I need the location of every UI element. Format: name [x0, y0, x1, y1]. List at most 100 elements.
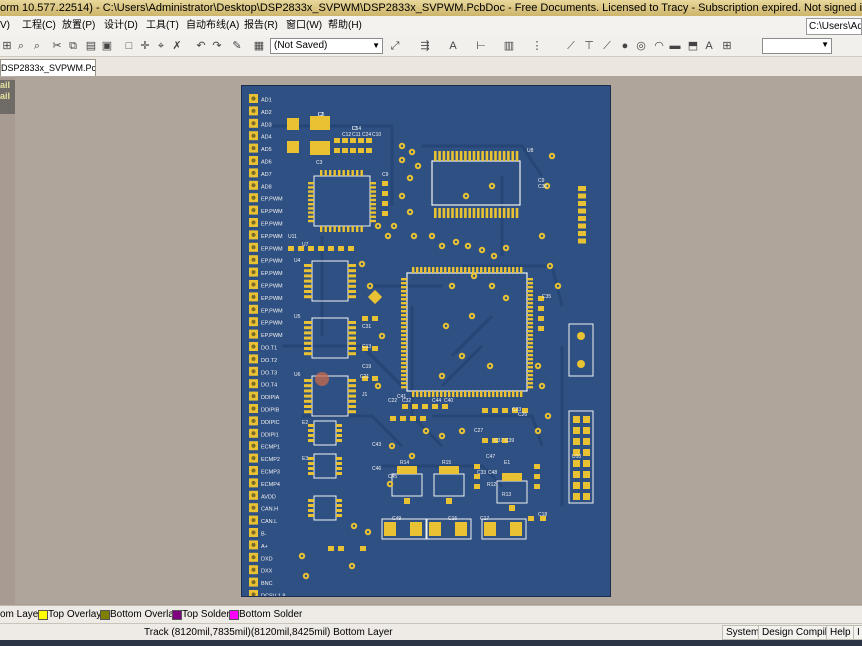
via-hole	[400, 158, 404, 162]
small-qfp-pin	[370, 203, 376, 206]
via-hole	[546, 414, 550, 418]
mcu-pin	[504, 267, 507, 273]
undo-icon[interactable]: ↶	[194, 39, 208, 53]
mcu-pin	[492, 391, 495, 397]
smd-pad	[502, 408, 508, 413]
via-hole	[540, 234, 544, 238]
layer-tab-top-overlay[interactable]: Top Overlay	[36, 608, 101, 621]
connector-pad	[583, 416, 590, 423]
select-rect-icon[interactable]: □	[122, 39, 136, 53]
menu-view[interactable]: V)	[0, 19, 10, 33]
array-icon[interactable]: ⊞	[720, 39, 734, 53]
via-hole	[300, 554, 304, 558]
mcu-pin	[527, 306, 533, 309]
ic-pin	[451, 151, 454, 161]
dimension-icon[interactable]: ⊢	[474, 39, 488, 53]
layer-tab-bottom-solder[interactable]: Bottom Solder	[227, 608, 302, 621]
highlight-icon[interactable]: ✎	[230, 39, 244, 53]
mcu-pin	[480, 391, 483, 397]
menu-help[interactable]: 帮助(H)	[328, 19, 362, 33]
diff-pair-icon[interactable]: ⊤	[582, 39, 596, 53]
mcu-pin	[452, 267, 455, 273]
header-pad-hole	[251, 245, 256, 250]
redo-icon[interactable]: ↷	[210, 39, 224, 53]
route-icon[interactable]: ⤢	[388, 39, 402, 53]
via-hole	[464, 194, 468, 198]
instructions-button[interactable]: I	[853, 625, 862, 640]
small-ic-pin	[336, 467, 342, 470]
multi-route-icon[interactable]: ⟋	[600, 39, 614, 53]
document-tab-bar	[0, 57, 862, 77]
mcu-pin	[496, 391, 499, 397]
zoom-fit-icon[interactable]: ⌕	[14, 39, 28, 53]
fill-icon[interactable]: ▬	[668, 39, 682, 53]
path-box[interactable]: C:\Users\Ad	[806, 18, 862, 35]
toolbar-right-dropdown[interactable]: ▼	[762, 38, 832, 54]
open-icon[interactable]: ⊞	[0, 39, 14, 53]
side-panel-collapsed[interactable]: ail ail	[0, 80, 15, 114]
ic-pin	[515, 208, 519, 218]
menu-place[interactable]: 放置(P)	[62, 19, 95, 33]
ic-pin	[468, 208, 471, 218]
document-tab[interactable]: DSP2833x_SVPWM.PcbDoc	[0, 59, 96, 76]
arc-icon[interactable]: ◠	[652, 39, 666, 53]
menu-autoroute[interactable]: 自动布线(A)	[186, 19, 239, 33]
smd-pad	[372, 376, 378, 381]
header-pin-label: DCSV-1.8	[261, 594, 285, 597]
resistor-pad	[578, 186, 586, 191]
ref-designator: R15	[442, 460, 451, 466]
menu-design[interactable]: 设计(D)	[104, 19, 138, 33]
small-qfp-pin	[308, 198, 314, 202]
ic-pin	[442, 208, 446, 218]
header-pin-label: EP.PWM	[261, 197, 283, 203]
via-hole	[444, 324, 448, 328]
ic-pin	[502, 151, 506, 161]
text-icon[interactable]: A	[446, 39, 460, 53]
menu-tools[interactable]: 工具(T)	[146, 19, 179, 33]
menu-project[interactable]: 工程(C)	[22, 19, 56, 33]
ic-pin	[494, 151, 497, 161]
mcu-pin	[416, 391, 419, 397]
zoom-select-icon[interactable]: ⌕	[30, 39, 44, 53]
pcb-board[interactable]: AD1 AD2 AD3 AD4 AD5 AD6 AD7 AD8 EP.PWM EP.PWM EP.P…	[241, 85, 611, 597]
mcu-pin	[432, 391, 435, 397]
ref-designator: C33	[477, 470, 486, 476]
via-icon[interactable]: ◎	[634, 39, 648, 53]
header-pad-hole	[251, 96, 256, 101]
window-title-bar: orm 10.577.22514) - C:\Users\Administrat…	[0, 0, 862, 16]
smd-pad	[362, 316, 368, 321]
interactive-route-icon[interactable]: ⟋	[564, 39, 578, 53]
mcu-pin	[401, 294, 407, 297]
layer-tab-bottom-overlay[interactable]: Bottom Overlay	[98, 608, 179, 621]
os-taskbar	[0, 640, 862, 646]
small-qfp-pin	[308, 215, 314, 218]
smd-pad	[358, 138, 364, 143]
paste-icon[interactable]: ▤	[84, 39, 98, 53]
clear-selection-icon[interactable]: ✗	[170, 39, 184, 53]
resistor-pad	[578, 193, 586, 199]
ecap-pad	[484, 522, 496, 536]
grid-icon[interactable]: ⋮	[530, 39, 544, 53]
via-hole	[352, 524, 356, 528]
soic-pin	[348, 389, 356, 393]
cut-icon[interactable]: ✂	[50, 39, 64, 53]
menu-window[interactable]: 窗口(W)	[286, 19, 322, 33]
mcu-pin	[401, 362, 407, 365]
help-button[interactable]: Help	[826, 625, 855, 640]
copy-icon[interactable]: ⧉	[66, 39, 80, 53]
move-icon[interactable]: ✛	[138, 39, 152, 53]
pad-icon[interactable]: ●	[618, 39, 632, 53]
menu-reports[interactable]: 报告(R)	[244, 19, 278, 33]
small-ic-pin	[308, 429, 314, 432]
rubber-stamp-icon[interactable]: ▣	[100, 39, 114, 53]
string-icon[interactable]: A	[702, 39, 716, 53]
polygon-icon[interactable]: ⬒	[686, 39, 700, 53]
saved-state-dropdown[interactable]: (Not Saved) ▼	[270, 38, 383, 54]
component-icon[interactable]: ▦	[252, 39, 266, 53]
select-icon[interactable]: ⌖	[154, 39, 168, 53]
room-icon[interactable]: ▥	[502, 39, 516, 53]
ic-pin	[498, 151, 502, 161]
align-icon[interactable]: ⇶	[418, 39, 432, 53]
layer-tab-top-solder[interactable]: Top Solder	[170, 608, 230, 621]
header-pin-label: DDIPIA	[261, 395, 280, 401]
